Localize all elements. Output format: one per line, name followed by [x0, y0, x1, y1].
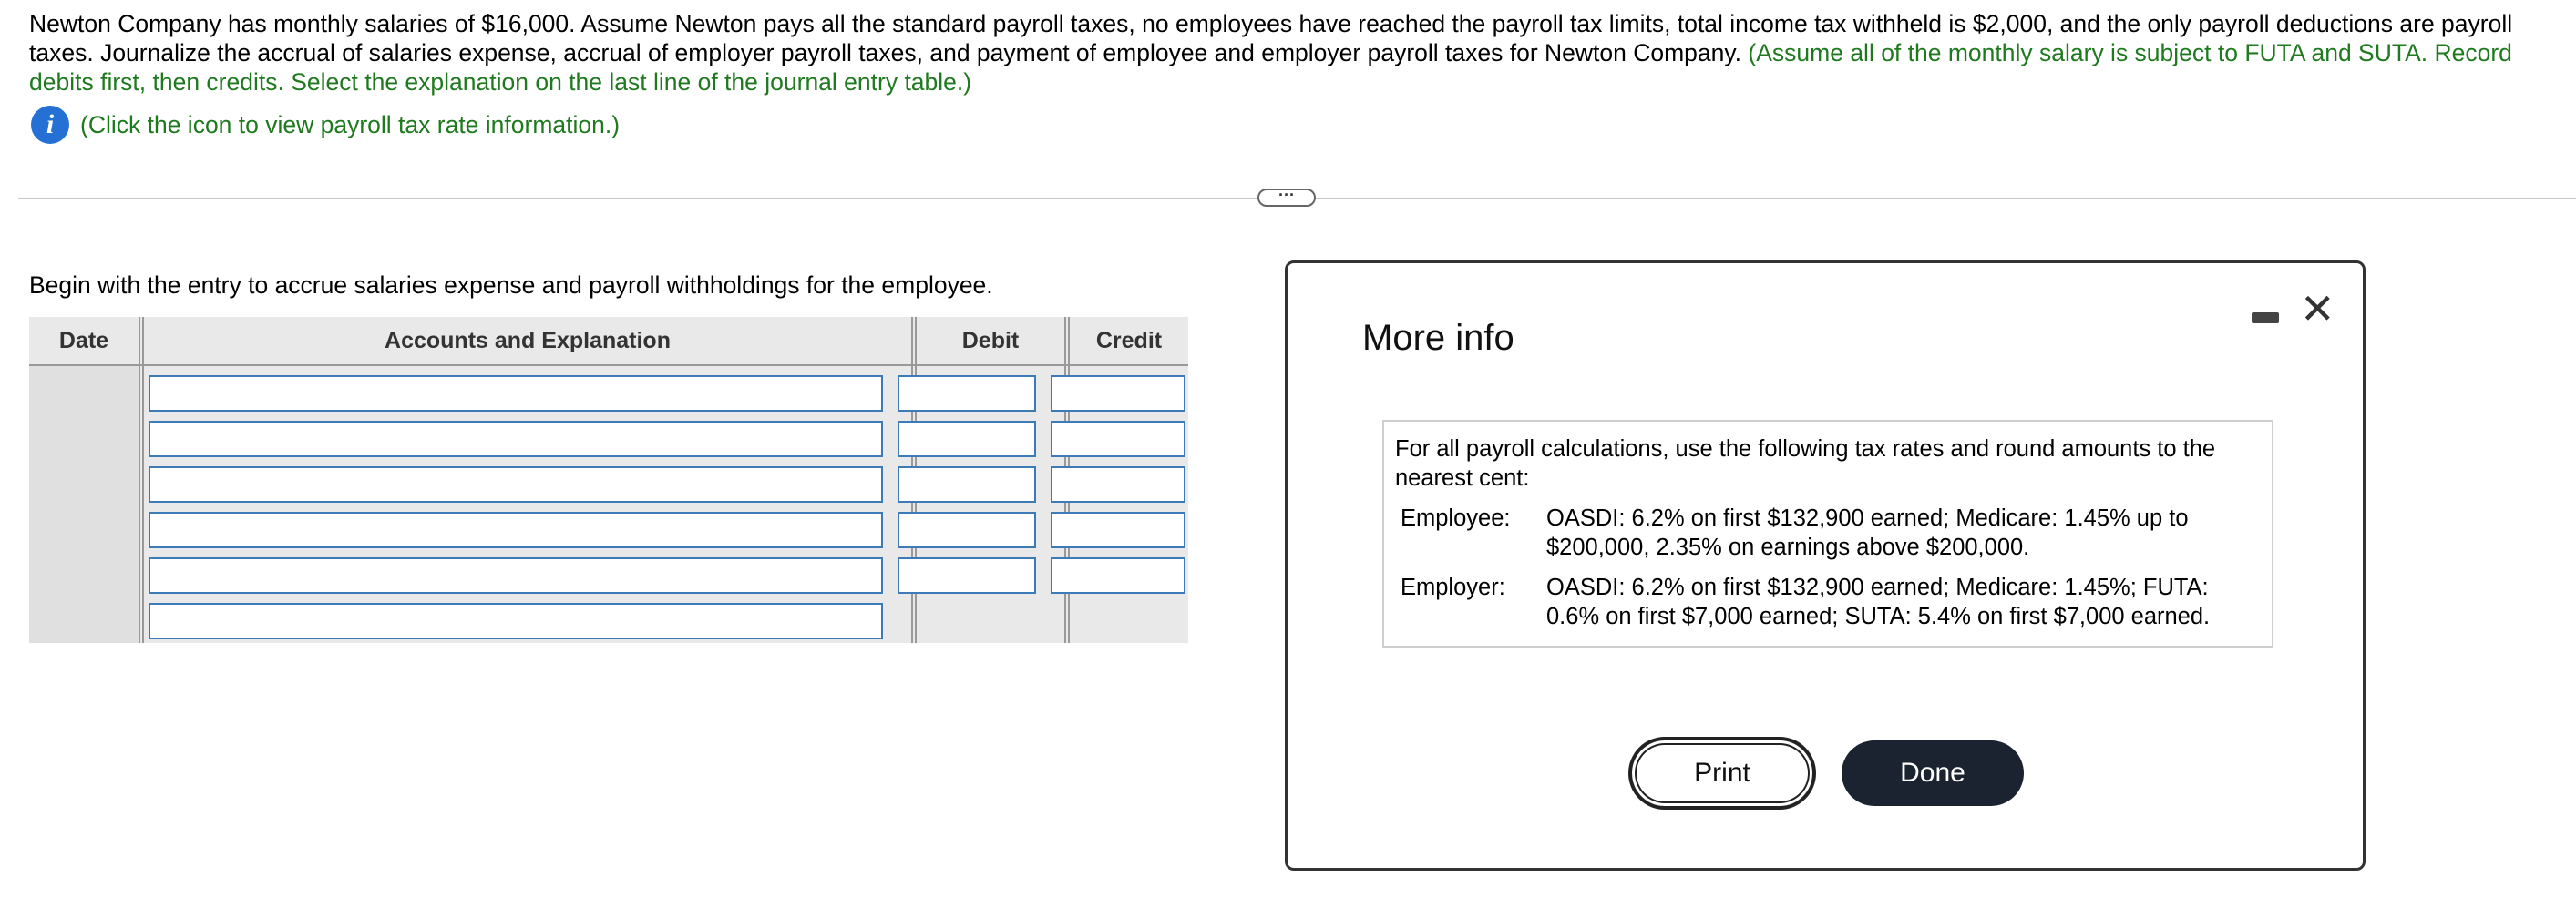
credit-input[interactable] [1051, 375, 1185, 412]
debit-input[interactable] [898, 557, 1036, 594]
date-column [29, 366, 139, 643]
debit-input[interactable] [898, 421, 1036, 457]
tax-rate-info-box: For all payroll calculations, use the fo… [1382, 420, 2273, 648]
credit-input[interactable] [1051, 512, 1185, 548]
print-button[interactable]: Print [1628, 737, 1816, 810]
explanation-input[interactable] [149, 603, 883, 639]
accounts-header: Accounts and Explanation [385, 327, 671, 353]
entry-instruction: Begin with the entry to accrue salaries … [29, 271, 993, 299]
employee-rates: OASDI: 6.2% on first $132,900 earned; Me… [1546, 505, 2189, 560]
dialog-title: More info [1362, 318, 1514, 358]
account-input[interactable] [149, 466, 883, 503]
debit-input[interactable] [898, 375, 1036, 412]
problem-statement: Newton Company has monthly salaries of $… [29, 9, 2571, 97]
header-divider [29, 364, 1188, 366]
expand-toggle-button[interactable]: ··· [1257, 187, 1316, 207]
employee-rate-row: Employee: OASDI: 6.2% on first $132,900 … [1395, 504, 2261, 562]
employer-label: Employer: [1401, 575, 1505, 600]
tax-rate-intro: For all payroll calculations, use the fo… [1395, 436, 2216, 491]
account-input[interactable] [149, 512, 883, 548]
close-icon[interactable]: ✕ [2300, 288, 2335, 330]
credit-input[interactable] [1051, 421, 1185, 457]
date-header: Date [58, 327, 109, 353]
employer-rates: OASDI: 6.2% on first $132,900 earned; Me… [1546, 575, 2211, 629]
credit-input[interactable] [1051, 466, 1185, 503]
debit-input[interactable] [898, 466, 1036, 503]
employer-rate-row: Employer: OASDI: 6.2% on first $132,900 … [1395, 573, 2261, 631]
tax-info-hint[interactable]: i (Click the icon to view payroll tax ra… [31, 106, 620, 144]
info-icon[interactable]: i [31, 106, 69, 144]
minimize-icon[interactable] [2252, 312, 2279, 323]
credit-input[interactable] [1051, 557, 1185, 594]
tax-info-link[interactable]: (Click the icon to view payroll tax rate… [80, 111, 620, 139]
account-input[interactable] [149, 557, 883, 594]
done-button[interactable]: Done [1842, 740, 2024, 806]
employee-label: Employee: [1401, 505, 1511, 531]
journal-entry-table: Date Accounts and Explanation Debit Cred… [29, 317, 1188, 643]
more-info-dialog: More info ✕ For all payroll calculations… [1285, 260, 2366, 871]
account-input[interactable] [149, 421, 883, 457]
account-input[interactable] [149, 375, 883, 412]
debit-input[interactable] [898, 512, 1036, 548]
credit-header: Credit [1095, 327, 1163, 353]
debit-header: Debit [961, 327, 1020, 353]
